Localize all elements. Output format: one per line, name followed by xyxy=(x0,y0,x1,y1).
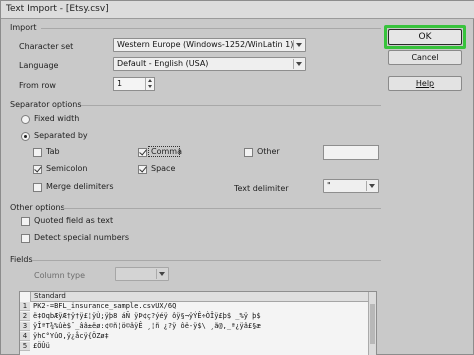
vertical-scrollbar[interactable] xyxy=(368,292,376,355)
quoted-field-checkbox[interactable] xyxy=(21,217,30,226)
table-row: ÿÎªT¾%ûè$¯_ââ±ëø:¢©ñ¦ö©âÿÊ ¸¦ñ ¿?ÿ ôë-ÿ$… xyxy=(33,322,261,330)
language-select[interactable]: Default - English (USA) xyxy=(113,57,306,71)
text-delimiter-value: " xyxy=(327,181,331,190)
row-number: 3 xyxy=(20,322,30,331)
quoted-field-label: Quoted field as text xyxy=(34,216,114,225)
column-type-select[interactable] xyxy=(115,267,169,281)
separator-section-label: Separator options xyxy=(10,100,82,109)
table-row: PK2-=BFL_insurance_sample.csvUX/6Q xyxy=(33,302,177,310)
ok-button[interactable]: OK xyxy=(388,29,462,45)
cancel-button[interactable]: Cancel xyxy=(388,50,462,65)
table-row: ë‡OqbÆÿÆ†ÿ†ÿ£¦ÿÙ;ÿþ8 áÑ ÿÞ¢ç?ýéÿ ôÿ§¬ÿÝÊ… xyxy=(33,312,261,320)
chevron-down-icon xyxy=(366,181,377,191)
spin-arrows-icon[interactable] xyxy=(145,78,154,90)
separated-by-label: Separated by xyxy=(34,131,88,140)
comma-label: Comma xyxy=(151,147,182,156)
semicolon-checkbox[interactable] xyxy=(33,165,42,174)
import-section-label: Import xyxy=(10,23,37,32)
merge-delimiters-checkbox[interactable] xyxy=(33,183,42,192)
charset-label: Character set xyxy=(19,42,74,51)
text-delimiter-label: Text delimiter xyxy=(234,184,289,193)
title-bar: Text Import - [Etsy.csv] xyxy=(1,1,474,19)
fromrow-spinner[interactable]: 1 xyxy=(113,77,155,91)
fields-section-label: Fields xyxy=(10,255,33,264)
help-label: Help xyxy=(415,79,435,88)
scrollbar-thumb[interactable] xyxy=(370,304,375,344)
detect-special-numbers-label: Detect special numbers xyxy=(34,233,130,242)
column-header[interactable]: Standard xyxy=(30,292,376,302)
other-label: Other xyxy=(257,147,280,156)
table-row: ÿhC°YûO,ÿ¿åcÿ{ÖZø‡ xyxy=(33,332,109,340)
window-title: Text Import - [Etsy.csv] xyxy=(6,4,109,14)
row-number: 1 xyxy=(20,302,30,311)
space-label: Space xyxy=(151,164,176,173)
row-number: 2 xyxy=(20,312,30,321)
fixed-width-radio[interactable] xyxy=(21,115,30,124)
preview-grid[interactable]: Standard 1 PK2-=BFL_insurance_sample.csv… xyxy=(19,291,377,355)
help-button[interactable]: Help xyxy=(388,76,462,91)
language-label: Language xyxy=(19,61,59,70)
semicolon-label: Semicolon xyxy=(46,164,88,173)
fromrow-value: 1 xyxy=(117,79,123,88)
chevron-down-icon xyxy=(293,59,304,69)
tab-label: Tab xyxy=(46,147,60,156)
fromrow-label: From row xyxy=(19,81,56,90)
fields-divider xyxy=(33,260,381,261)
space-checkbox[interactable] xyxy=(138,165,147,174)
chevron-down-icon xyxy=(156,269,167,279)
other-options-divider xyxy=(63,208,381,209)
text-delimiter-select[interactable]: " xyxy=(323,179,379,193)
row-number: 5 xyxy=(20,342,30,351)
fixed-width-label: Fixed width xyxy=(34,114,80,123)
separated-by-radio[interactable] xyxy=(21,132,30,141)
other-checkbox[interactable] xyxy=(244,148,253,157)
tab-checkbox[interactable] xyxy=(33,148,42,157)
chevron-down-icon xyxy=(293,40,304,50)
text-import-dialog: Text Import - [Etsy.csv] OK Cancel Help … xyxy=(0,0,474,355)
charset-value: Western Europe (Windows-1252/WinLatin 1) xyxy=(117,40,294,49)
import-divider xyxy=(41,28,381,29)
charset-select[interactable]: Western Europe (Windows-1252/WinLatin 1) xyxy=(113,38,306,52)
language-value: Default - English (USA) xyxy=(117,59,209,68)
column-header-label: Standard xyxy=(34,292,66,300)
comma-checkbox[interactable] xyxy=(138,148,147,157)
row-number: 4 xyxy=(20,332,30,341)
column-type-label: Column type xyxy=(34,271,86,280)
merge-delimiters-label: Merge delimiters xyxy=(46,182,114,191)
other-options-section-label: Other options xyxy=(10,203,65,212)
other-separator-input[interactable] xyxy=(323,145,379,160)
detect-special-numbers-checkbox[interactable] xyxy=(21,234,30,243)
table-row: £ÖÛü xyxy=(33,342,50,350)
separator-divider xyxy=(81,105,381,106)
